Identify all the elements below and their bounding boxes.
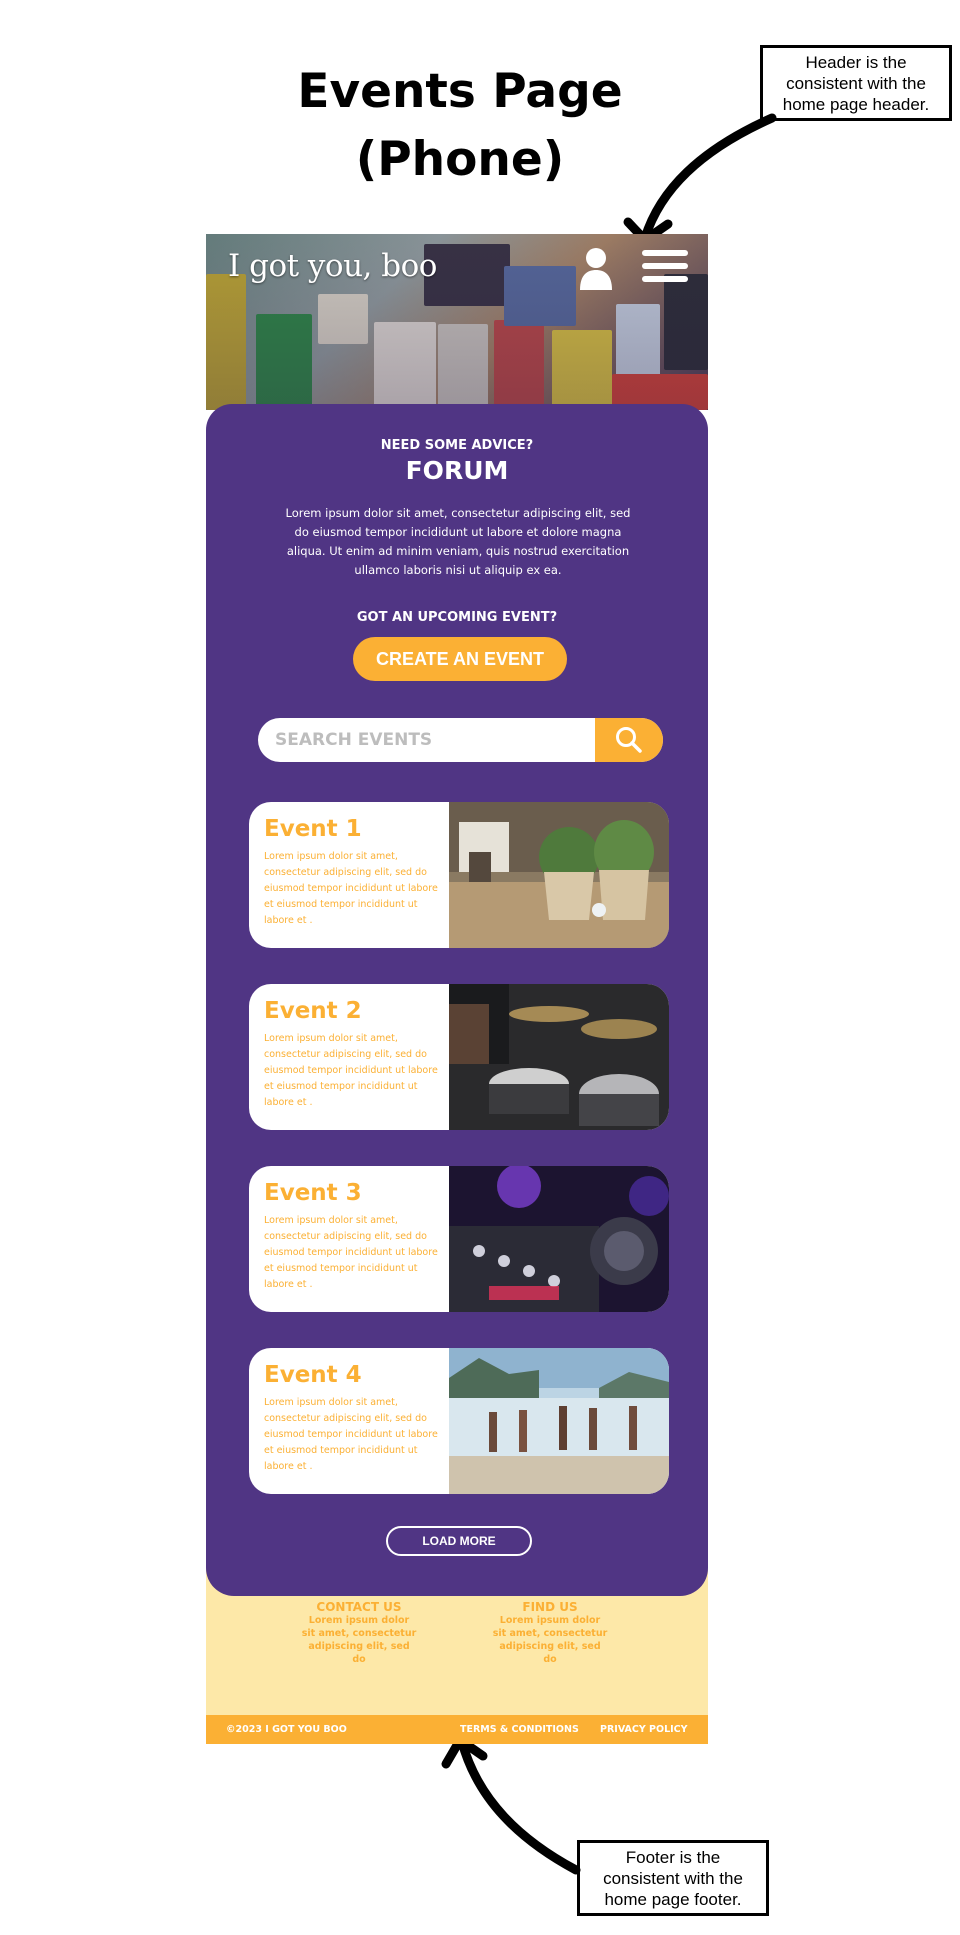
event-title: Event 2 xyxy=(264,998,362,1024)
footer-contact: CONTACT US Lorem ipsum dolor sit amet, c… xyxy=(301,1600,417,1666)
site-header: I got you, boo xyxy=(206,234,708,410)
event-card[interactable]: Event 4 Lorem ipsum dolor sit amet, cons… xyxy=(249,1348,669,1494)
event-description: Lorem ipsum dolor sit amet, consectetur … xyxy=(264,851,438,926)
footer-contact-text: Lorem ipsum dolor sit amet, consectetur … xyxy=(301,1615,417,1665)
footer-find-text: Lorem ipsum dolor sit amet, consectetur … xyxy=(492,1615,608,1665)
event-title: Event 4 xyxy=(264,1362,362,1388)
site-logo[interactable]: I got you, boo xyxy=(228,248,437,284)
event-image-plants xyxy=(449,802,669,948)
footer-privacy-link[interactable]: PRIVACY POLICY xyxy=(600,1724,688,1735)
event-title: Event 1 xyxy=(264,816,362,842)
search-bar xyxy=(258,718,663,762)
events-main-panel: NEED SOME ADVICE? FORUM Lorem ipsum dolo… xyxy=(206,404,708,1596)
forum-title[interactable]: FORUM xyxy=(206,456,708,485)
event-description: Lorem ipsum dolor sit amet, consectetur … xyxy=(264,1033,438,1108)
forum-body: Lorem ipsum dolor sit amet, consectetur … xyxy=(285,506,631,577)
footer-copyright: ©2023 I GOT YOU BOO xyxy=(226,1724,347,1735)
event-title: Event 3 xyxy=(264,1180,362,1206)
event-description: Lorem ipsum dolor sit amet, consectetur … xyxy=(264,1397,438,1472)
header-annotation-note: Header is the consistent with the home p… xyxy=(760,45,952,121)
create-eyebrow: GOT AN UPCOMING EVENT? xyxy=(356,610,558,625)
load-more-button[interactable]: LOAD MORE xyxy=(386,1526,532,1556)
event-image-dj-mixer xyxy=(449,1166,669,1312)
footer-terms-link[interactable]: TERMS & CONDITIONS xyxy=(460,1724,579,1735)
search-button[interactable] xyxy=(595,718,663,762)
hamburger-menu-icon[interactable] xyxy=(642,250,688,286)
event-description: Lorem ipsum dolor sit amet, consectetur … xyxy=(264,1215,438,1290)
page-title-line2: (Phone) xyxy=(355,132,565,187)
event-image-beach xyxy=(449,1348,669,1494)
create-event-button[interactable]: CREATE AN EVENT xyxy=(353,637,567,681)
event-card[interactable]: Event 3 Lorem ipsum dolor sit amet, cons… xyxy=(249,1166,669,1312)
footer-bar: ©2023 I GOT YOU BOO TERMS & CONDITIONS P… xyxy=(206,1715,708,1744)
phone-mockup: CONTACT US Lorem ipsum dolor sit amet, c… xyxy=(206,234,708,1744)
footer-find: FIND US Lorem ipsum dolor sit amet, cons… xyxy=(492,1600,608,1666)
footer-contact-title[interactable]: CONTACT US xyxy=(301,1600,417,1614)
footer-find-title[interactable]: FIND US xyxy=(492,1600,608,1614)
event-image-drums xyxy=(449,984,669,1130)
event-card[interactable]: Event 2 Lorem ipsum dolor sit amet, cons… xyxy=(249,984,669,1130)
search-input[interactable] xyxy=(258,718,588,762)
footer-arrow xyxy=(457,1737,581,1875)
event-card[interactable]: Event 1 Lorem ipsum dolor sit amet, cons… xyxy=(249,802,669,948)
footer-annotation-note: Footer is the consistent with the home p… xyxy=(577,1840,769,1916)
search-icon xyxy=(616,727,642,753)
forum-eyebrow: NEED SOME ADVICE? xyxy=(380,438,534,453)
user-icon[interactable] xyxy=(578,246,614,290)
